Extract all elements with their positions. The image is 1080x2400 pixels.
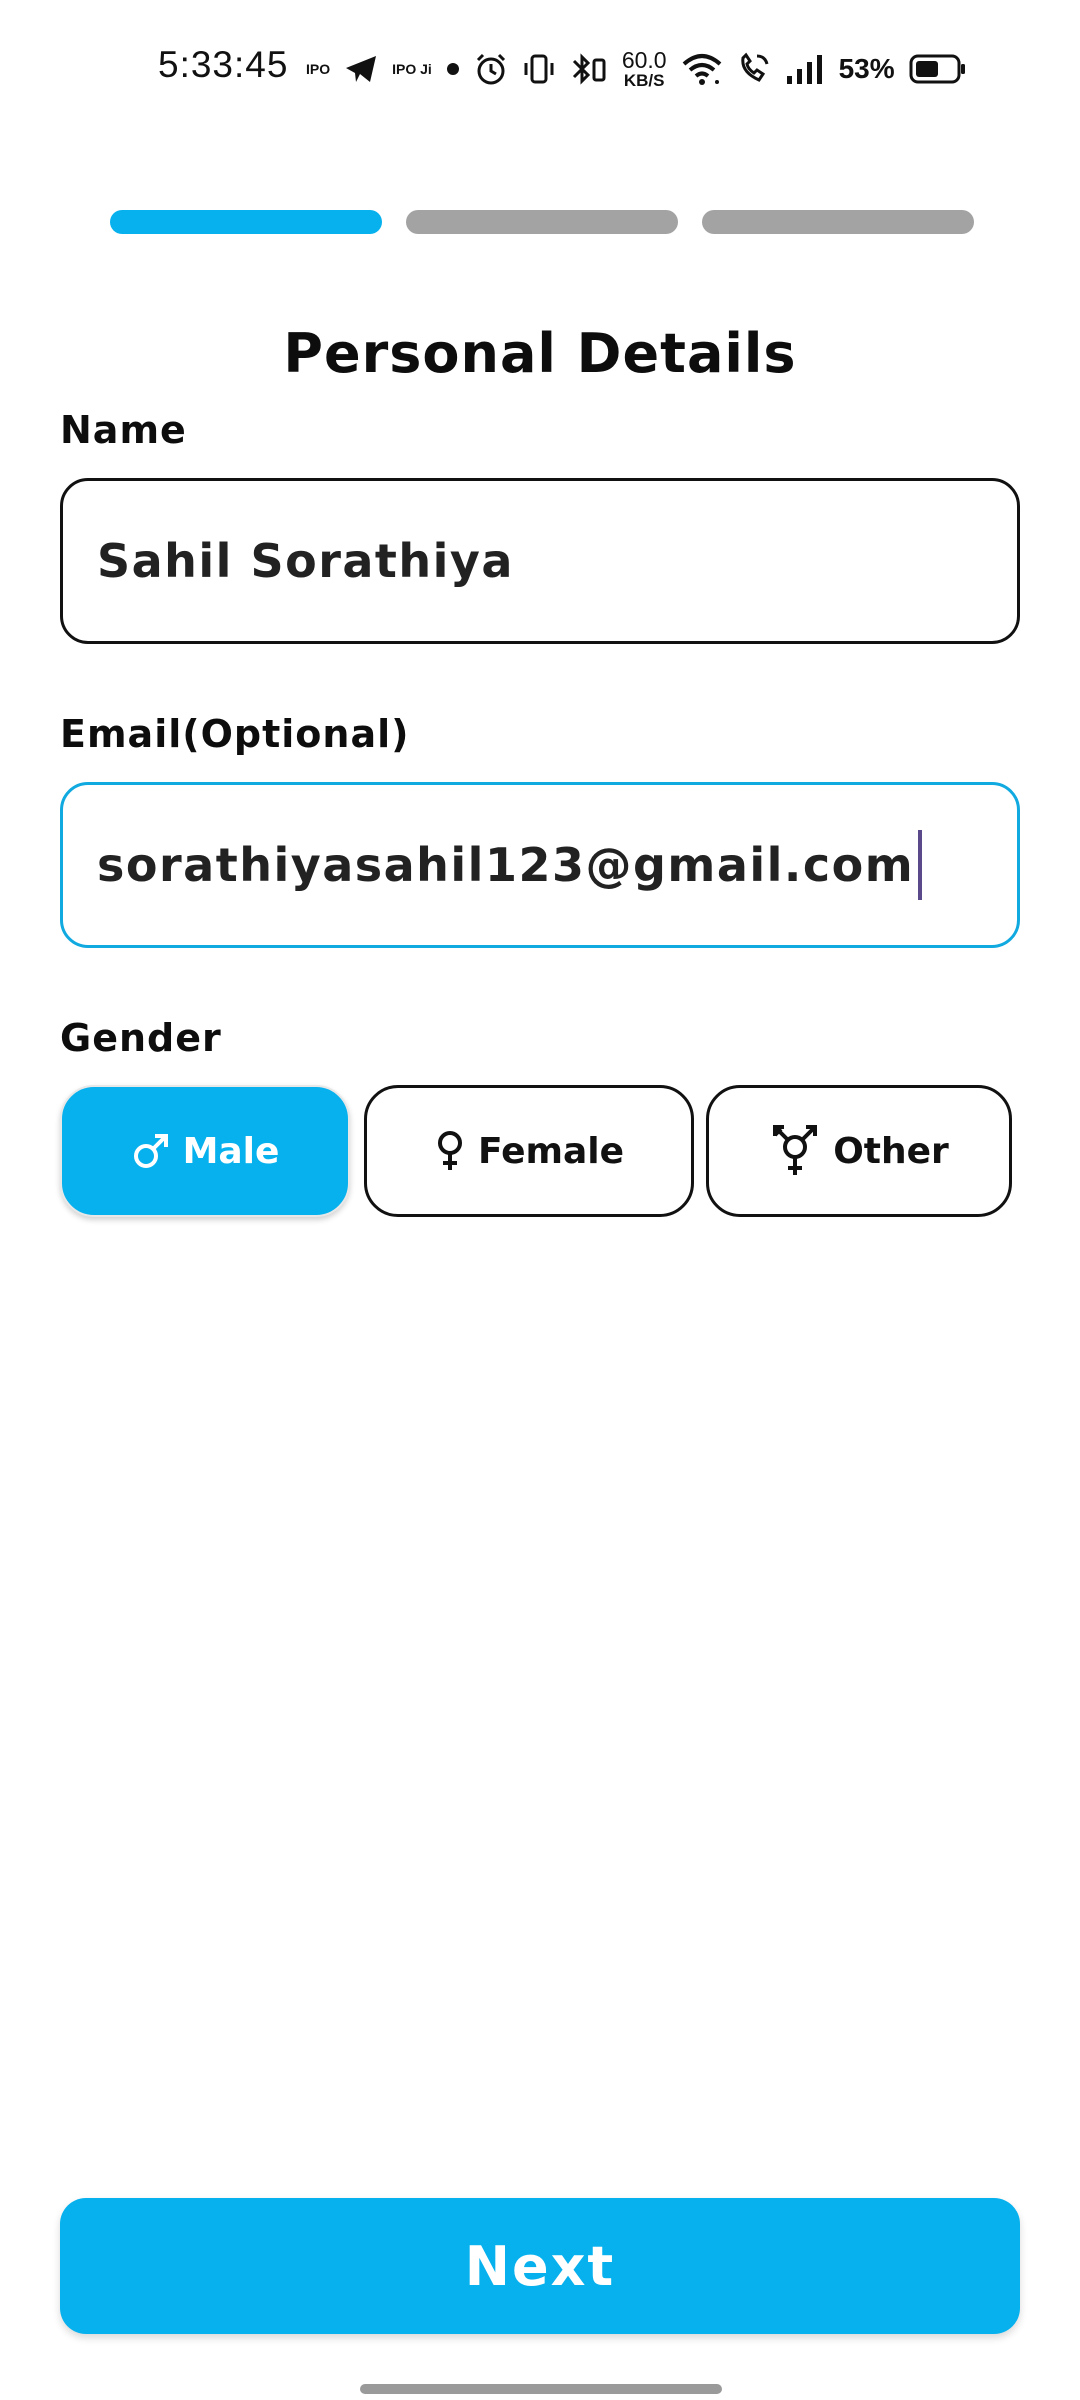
gender-male-label: Male — [182, 1130, 280, 1172]
screen: 5:33:45 IPO IPO Ji 60.0 KB/S 53% Persona… — [0, 0, 1080, 2400]
next-button-label: Next — [464, 2234, 616, 2298]
email-value-text: sorathiyasahil123@gmail.com — [97, 838, 915, 892]
wifi-calling-icon — [737, 52, 771, 86]
gender-male-button[interactable]: Male — [60, 1085, 350, 1217]
page-title: Personal Details — [283, 322, 797, 385]
status-time: 5:33:45 — [158, 44, 289, 85]
email-field-value: sorathiyasahil123@gmail.com — [97, 830, 923, 900]
name-label: Name — [60, 408, 187, 452]
net-speed: 60.0 KB/S — [621, 47, 667, 90]
name-field-value: Sahil Sorathiya — [97, 534, 514, 588]
ipoji-icon: IPO Ji — [392, 61, 432, 77]
battery-icon — [909, 53, 967, 85]
male-icon — [131, 1131, 171, 1171]
name-value-text: Sahil Sorathiya — [97, 534, 514, 588]
text-cursor — [918, 830, 923, 900]
transgender-icon — [769, 1123, 821, 1179]
name-field[interactable]: Sahil Sorathiya — [60, 478, 1020, 644]
gender-female-button[interactable]: Female — [364, 1085, 694, 1217]
next-button[interactable]: Next — [60, 2198, 1020, 2334]
net-speed-unit: KB/S — [623, 71, 665, 90]
gender-female-label: Female — [477, 1130, 625, 1172]
female-icon — [434, 1129, 466, 1173]
gender-other-label: Other — [833, 1130, 949, 1172]
progress-step-2 — [406, 210, 678, 234]
status-icons: IPO IPO Ji 60.0 KB/S 53% — [306, 44, 967, 94]
alarm-icon — [474, 52, 508, 86]
step-progress — [110, 210, 974, 234]
progress-step-3 — [702, 210, 974, 234]
ipo-premium-icon: IPO — [306, 61, 331, 77]
home-indicator[interactable] — [360, 2384, 722, 2394]
telegram-icon — [344, 54, 378, 84]
net-speed-value: 60.0 — [621, 47, 667, 73]
progress-step-1 — [110, 210, 382, 234]
bluetooth-icon — [570, 52, 608, 86]
signal-icon — [785, 52, 825, 86]
gender-other-button[interactable]: Other — [706, 1085, 1012, 1217]
notification-dot-icon — [446, 62, 460, 76]
email-label: Email(Optional) — [60, 712, 410, 756]
status-bar: 5:33:45 IPO IPO Ji 60.0 KB/S 53% — [0, 0, 1080, 140]
wifi-icon — [681, 52, 723, 86]
email-field[interactable]: sorathiyasahil123@gmail.com — [60, 782, 1020, 948]
vibrate-icon — [522, 52, 556, 86]
battery-percent: 53% — [838, 53, 895, 84]
gender-label: Gender — [60, 1016, 222, 1060]
